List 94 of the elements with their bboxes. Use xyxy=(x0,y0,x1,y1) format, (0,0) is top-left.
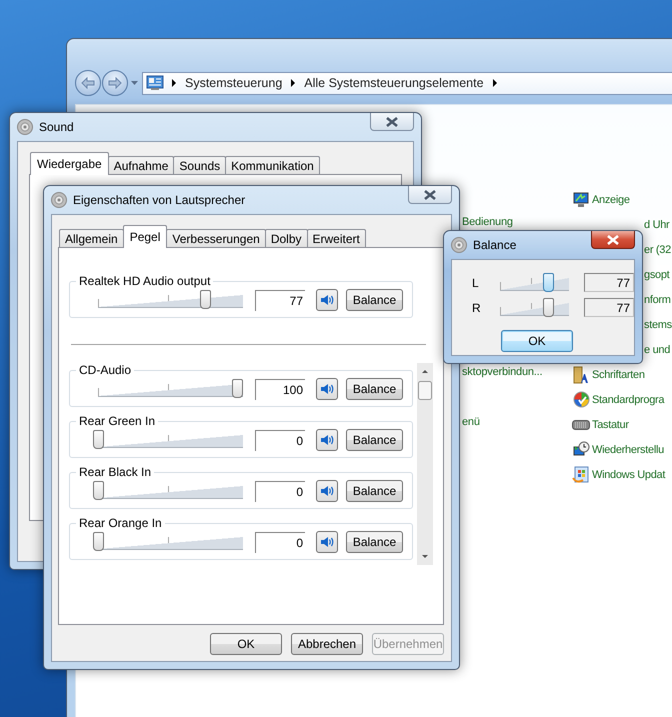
update-icon xyxy=(572,466,590,484)
control-panel-link[interactable]: sktopverbindun... xyxy=(462,362,571,379)
breadcrumb-item[interactable]: Systemsteuerung xyxy=(184,76,284,90)
dropdown-icon[interactable] xyxy=(131,81,138,85)
speaker-icon xyxy=(17,119,33,135)
group-label: CD-Audio xyxy=(78,363,132,377)
close-button[interactable] xyxy=(370,113,414,131)
monitor-icon xyxy=(573,192,589,208)
volume-field[interactable]: 0 xyxy=(255,480,305,502)
slider-thumb[interactable] xyxy=(93,430,104,449)
tab[interactable]: Pegel xyxy=(122,225,168,248)
arrow-left-icon xyxy=(81,77,95,89)
control-panel-link[interactable]: nform xyxy=(644,294,671,306)
close-icon xyxy=(607,234,619,244)
control-panel-link[interactable]: Tastatur xyxy=(592,418,629,430)
volume-field[interactable]: 77 xyxy=(584,273,634,292)
control-panel-link[interactable]: e und xyxy=(644,344,670,356)
group-label: Rear Green In xyxy=(78,414,156,428)
volume-field[interactable]: 0 xyxy=(255,430,305,450)
dialog-button[interactable]: Abbrechen xyxy=(291,633,363,655)
arrow-right-icon xyxy=(108,77,122,89)
channel-label: R xyxy=(471,300,482,314)
control-panel-link[interactable]: Standardprogra xyxy=(592,394,664,406)
control-panel-link[interactable]: gsopt xyxy=(644,268,670,280)
close-button[interactable] xyxy=(408,186,452,204)
group-label: Rear Orange In xyxy=(78,516,163,530)
slider-thumb[interactable] xyxy=(200,290,212,309)
tab[interactable]: Verbesserungen xyxy=(166,229,266,247)
back-button[interactable] xyxy=(75,70,101,96)
tab[interactable]: Sounds xyxy=(173,156,226,174)
speaker-icon xyxy=(320,293,334,307)
chevron-icon xyxy=(172,79,176,87)
group-label: Rear Black In xyxy=(78,465,152,479)
volume-field[interactable]: 77 xyxy=(255,290,305,310)
mute-button[interactable] xyxy=(316,480,338,502)
address-bar[interactable]: Systemsteuerung Alle Systemsteuerungselemente xyxy=(142,72,672,94)
control-panel-link[interactable]: Bedienung xyxy=(462,212,571,229)
chevron-icon xyxy=(291,79,296,87)
balance-button[interactable]: Balance xyxy=(346,480,403,502)
window-title: Balance xyxy=(473,238,516,252)
window-title: Sound xyxy=(39,120,74,134)
dialog-button[interactable]: OK xyxy=(210,633,282,655)
tab[interactable]: Wiedergabe xyxy=(30,152,109,175)
balance-button[interactable]: Balance xyxy=(346,378,403,400)
channel-label: L xyxy=(471,276,480,290)
control-panel-link[interactable]: Wiederherstellu xyxy=(592,444,664,456)
speaker-icon xyxy=(320,382,334,396)
slider-thumb[interactable] xyxy=(93,532,104,551)
slider-thumb[interactable] xyxy=(543,298,554,316)
tab[interactable]: Kommunikation xyxy=(225,156,320,174)
volume-field[interactable]: 0 xyxy=(255,532,305,552)
close-button[interactable] xyxy=(591,231,635,249)
slider-thumb[interactable] xyxy=(543,272,554,292)
tab[interactable]: Allgemein xyxy=(59,229,124,247)
control-panel-link[interactable]: enü xyxy=(462,412,571,429)
window-title: Eigenschaften von Lautsprecher xyxy=(73,193,246,207)
control-panel-link[interactable]: stems xyxy=(644,318,672,330)
balance-button[interactable]: Balance xyxy=(346,531,403,553)
group-label: Realtek HD Audio output xyxy=(78,274,212,288)
colored-ball-icon xyxy=(572,391,590,408)
mute-button[interactable] xyxy=(316,289,338,311)
control-panel-link[interactable]: Windows Updat xyxy=(592,468,666,480)
speaker-icon xyxy=(51,192,67,208)
control-panel-link[interactable]: d Uhr xyxy=(644,218,670,230)
volume-field[interactable]: 100 xyxy=(255,378,305,400)
ok-button[interactable]: OK xyxy=(501,330,573,352)
speaker-icon xyxy=(320,484,334,498)
mute-button[interactable] xyxy=(316,378,338,400)
control-panel-link[interactable]: Schriftarten xyxy=(592,368,645,380)
breadcrumb-item[interactable]: Alle Systemsteuerungselemente xyxy=(303,76,485,90)
control-panel-link[interactable]: Anzeige xyxy=(592,194,630,206)
close-icon xyxy=(424,190,436,200)
control-panel-icon xyxy=(146,75,164,91)
mute-button[interactable] xyxy=(316,429,338,451)
volume-field[interactable]: 77 xyxy=(584,298,634,317)
keyboard-icon xyxy=(572,420,590,430)
chevron-icon xyxy=(492,79,497,87)
forward-button[interactable] xyxy=(102,70,128,96)
speaker-icon xyxy=(320,535,334,549)
close-icon xyxy=(386,116,398,126)
tab[interactable]: Aufnahme xyxy=(108,156,174,174)
balance-button[interactable]: Balance xyxy=(346,289,403,311)
balance-button[interactable]: Balance xyxy=(346,429,403,451)
scrollbar[interactable] xyxy=(417,363,433,565)
tab[interactable]: Erweitert xyxy=(306,229,366,247)
speaker-icon xyxy=(320,433,334,447)
control-panel-link[interactable]: er (32 xyxy=(644,244,671,256)
monitor-clock-icon xyxy=(572,441,590,458)
tab[interactable]: Dolby xyxy=(264,229,308,247)
speaker-icon xyxy=(451,237,467,253)
mute-button[interactable] xyxy=(316,531,338,553)
font-folder-icon xyxy=(573,366,589,384)
slider-thumb[interactable] xyxy=(93,481,104,500)
slider-thumb[interactable] xyxy=(232,379,243,398)
